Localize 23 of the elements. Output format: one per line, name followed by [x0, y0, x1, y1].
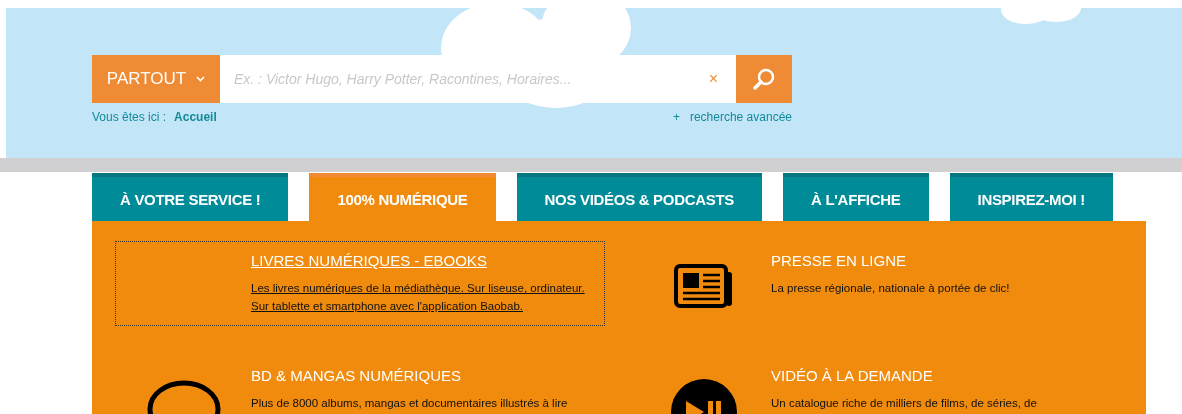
item-title-link[interactable]: BD & MANGAS NUMÉRIQUES — [251, 367, 604, 384]
nav-tab[interactable]: À VOTRE SERVICE ! — [92, 173, 289, 221]
item-description: Un catalogue riche de milliers de films, de séries, de — [771, 396, 1038, 411]
clear-button[interactable]: × — [702, 70, 724, 88]
chevron-icon — [196, 76, 206, 82]
nav-tab[interactable]: 100% NUMÉRIQUE — [309, 173, 496, 221]
search-button[interactable] — [736, 55, 792, 103]
item-description: Plus de 8000 albums, mangas et documentaires illustrés à lire — [251, 396, 569, 411]
breadcrumb-label: Vous êtes ici : — [92, 110, 167, 124]
focused-item-outline[interactable]: LIVRES NUMÉRIQUES - EBOOKS Les livres numériques de la médiathèque. Sur liseuse, ordinateur. Sur tablette et smartphone avec l'application Baobab. — [115, 241, 605, 326]
nav-tab[interactable]: INSPIREZ-MOI ! — [949, 173, 1113, 221]
search-icon — [752, 67, 776, 91]
newspaper-icon — [673, 264, 734, 308]
advanced-search-link[interactable]: + recherche avancée — [672, 110, 792, 124]
nav-tab[interactable]: À L'AFFICHE — [783, 173, 929, 221]
breadcrumb-link[interactable]: Accueil — [174, 110, 217, 124]
item-description: La presse régionale, nationale à portée de clic! — [771, 281, 1011, 296]
item-title-link[interactable]: PRESSE EN LIGNE — [771, 252, 1124, 269]
item-description: Les livres numériques de la médiathèque. Sur liseuse, ordinateur. Sur tablette et smartphone avec l'application Baobab. — [251, 281, 586, 314]
scope-dropdown[interactable]: PARTOUT — [92, 55, 220, 103]
item-title-link[interactable]: LIVRES NUMÉRIQUES - EBOOKS — [251, 252, 604, 269]
item-title-link[interactable]: VIDÉO À LA DEMANDE — [771, 367, 1124, 384]
nav-tab[interactable]: NOS VIDÉOS & PODCASTS — [516, 173, 763, 221]
